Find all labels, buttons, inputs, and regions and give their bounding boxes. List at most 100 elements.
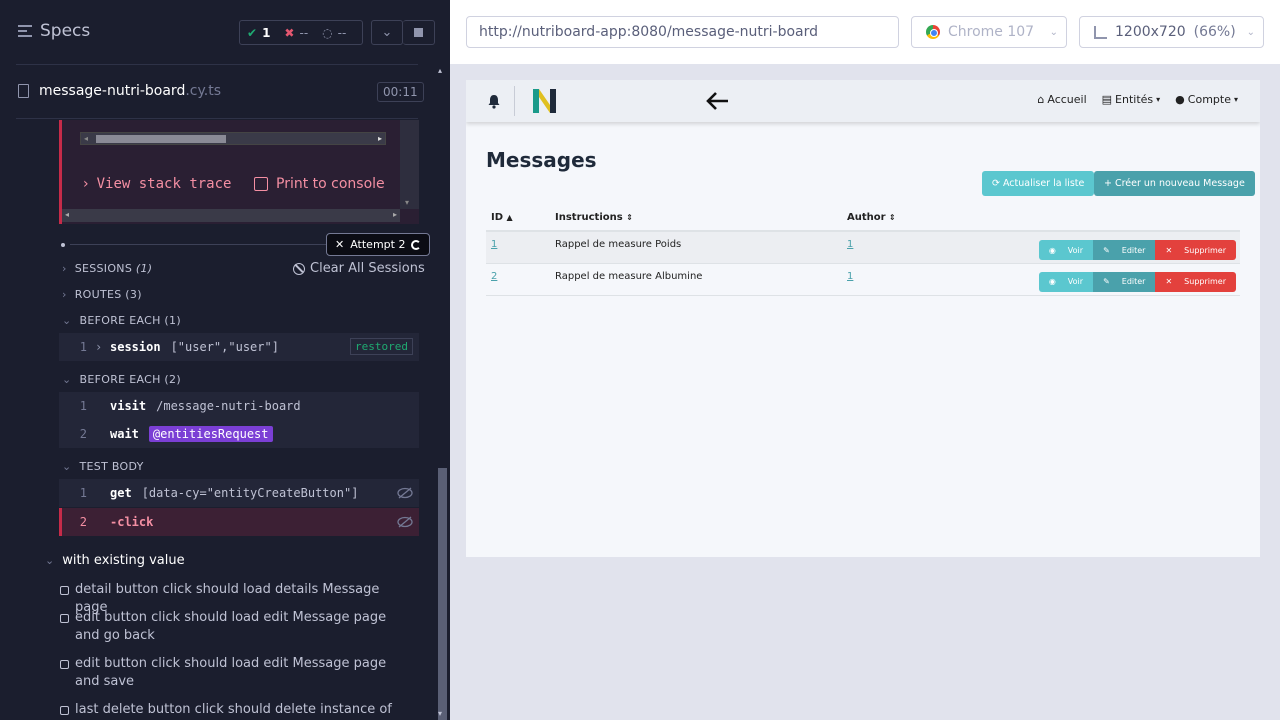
table-row: 2 Rappel de measure Albumine 1 ◉ Voir ✎ Ed… (486, 263, 1240, 296)
browser-selector[interactable]: Chrome 107 ⌄ (911, 16, 1067, 48)
table-icon: ▤ (1101, 93, 1113, 106)
test-item[interactable]: last delete button click should delete i… (60, 701, 410, 719)
test-item[interactable]: edit button click should load edit Messa… (60, 609, 410, 645)
logo-icon[interactable] (532, 88, 557, 114)
column-header-author[interactable]: Author ⇕ (842, 205, 925, 232)
home-icon: ⌂ (1037, 93, 1045, 106)
sessions-header[interactable]: › SESSIONS (1) (62, 262, 152, 275)
clear-sessions-button[interactable]: Clear All Sessions (293, 261, 425, 276)
code-scrollbar[interactable]: ◂ ▸ (80, 132, 386, 145)
before-each-header[interactable]: ⌄ BEFORE EACH (1) (62, 314, 181, 327)
column-header-id[interactable]: ID ▲ (486, 205, 550, 232)
error-scrollbar[interactable]: ◂ ▸ (62, 209, 400, 222)
eye-slash-icon[interactable] (397, 487, 413, 499)
scrollbar-thumb[interactable] (438, 468, 447, 720)
cypress-runner-panel: Specs ✔ 1 ✖ -- ◌ -- ⌄ message-nutri-board.c… (0, 0, 450, 720)
sort-icon: ⇕ (889, 213, 896, 222)
chevron-down-icon: ⌄ (62, 314, 72, 327)
passed-count: ✔ 1 (247, 25, 271, 40)
view-stack-trace[interactable]: › View stack trace (83, 176, 231, 192)
specs-title: Specs (40, 21, 91, 41)
nav-menu: ⌂ Accueil ▤ Entités ▾ ● Compte ▾ (1037, 93, 1238, 106)
url-input[interactable]: http://nutriboard-app:8080/message-nutri… (466, 16, 899, 48)
suite-header[interactable]: ⌄ with existing value (45, 553, 185, 568)
divider (514, 86, 515, 116)
dot (61, 243, 65, 247)
close-icon: ✕ (1165, 245, 1173, 255)
message-id-link[interactable]: 2 (491, 271, 497, 282)
nav-entities[interactable]: ▤ Entités ▾ (1102, 93, 1161, 106)
chevron-right-icon: › (62, 288, 67, 301)
before-each-header[interactable]: ⌄ BEFORE EACH (2) (62, 373, 181, 386)
pencil-icon: ✎ (1103, 245, 1110, 255)
divider (70, 244, 326, 245)
document-icon (18, 84, 29, 98)
column-header-instructions[interactable]: Instructions ⇕ (550, 205, 842, 232)
page-title: Messages (486, 148, 597, 172)
app-navbar: ⌂ Accueil ▤ Entités ▾ ● Compte ▾ (466, 80, 1260, 122)
message-id-link[interactable]: 1 (491, 239, 497, 250)
attempt-tag[interactable]: ✕ Attempt 2 (326, 233, 431, 256)
test-item[interactable]: edit button click should load edit Messa… (60, 655, 410, 691)
pending-test-icon (60, 706, 69, 715)
bell-icon[interactable] (487, 94, 501, 109)
divider (16, 64, 418, 65)
chevron-right-icon: › (62, 262, 67, 275)
arrow-left-icon[interactable] (706, 91, 730, 111)
viewport-info[interactable]: 1200x720 (66%) ⌄ (1079, 16, 1264, 48)
menu-icon (18, 25, 32, 37)
runner-header: Specs ✔ 1 ✖ -- ◌ -- ⌄ (0, 0, 450, 64)
view-button[interactable]: ◉ Voir (1038, 240, 1094, 260)
delete-button[interactable]: ✕ Supprimer (1155, 240, 1236, 260)
command-session[interactable]: 1 › session ["user","user"] restored (59, 333, 419, 361)
author-link[interactable]: 1 (847, 239, 853, 250)
command-click-failed[interactable]: 2 -click (59, 508, 419, 536)
author-link[interactable]: 1 (847, 271, 853, 282)
stop-icon (414, 28, 423, 37)
user-icon: ● (1175, 93, 1185, 106)
routes-header[interactable]: › ROUTES (3) (62, 288, 142, 301)
spec-file: message-nutri-board.cy.ts (18, 83, 221, 99)
caret-down-icon: ▾ (1156, 95, 1161, 104)
eye-icon: ◉ (1048, 277, 1056, 286)
error-vscroll[interactable]: ▾ (400, 120, 419, 209)
create-message-button[interactable]: + Créer un nouveau Message (1094, 171, 1255, 196)
chevron-down-icon: ⌄ (45, 554, 55, 567)
command-get[interactable]: 1 get [data-cy="entityCreateButton"] (59, 479, 419, 507)
test-body-header[interactable]: ⌄ TEST BODY (62, 460, 144, 473)
alias-badge: @entitiesRequest (148, 426, 273, 442)
chevron-down-icon: ⌄ (62, 373, 72, 386)
nav-home[interactable]: ⌂ Accueil (1037, 93, 1086, 106)
chevron-down-button[interactable]: ⌄ (371, 20, 403, 45)
runner-scrollbar[interactable]: ▴ ▾ (434, 64, 450, 720)
url-bar: http://nutriboard-app:8080/message-nutri… (450, 0, 1280, 64)
command-visit[interactable]: 1 visit /message-nutri-board (59, 392, 419, 420)
caret-down-icon: ▾ (1233, 95, 1238, 104)
plus-icon: + (1104, 178, 1112, 189)
chevron-down-icon: ⌄ (1049, 26, 1058, 38)
eye-slash-icon[interactable] (397, 516, 413, 528)
chevron-down-icon: ⌄ (62, 460, 72, 473)
chevron-right-icon: › (95, 340, 103, 354)
chrome-icon (926, 25, 940, 39)
row-actions: ◉ Voir ✎ Editer ✕ Supprimer (929, 271, 1240, 292)
app-frame: ⌂ Accueil ▤ Entités ▾ ● Compte ▾ Messages ⟳ Ac… (466, 80, 1260, 557)
specs-toggle[interactable]: Specs (18, 21, 90, 41)
delete-button[interactable]: ✕ Supprimer (1155, 271, 1236, 292)
stop-button[interactable] (403, 20, 435, 45)
refresh-list-button[interactable]: ⟳ Actualiser la liste (982, 171, 1095, 196)
command-wait[interactable]: 2 wait @entitiesRequest (59, 420, 419, 448)
aut-area: http://nutriboard-app:8080/message-nutri… (450, 0, 1280, 720)
eye-icon: ◉ (1048, 245, 1056, 255)
edit-button[interactable]: ✎ Editer (1093, 240, 1156, 260)
failed-count: ✖ -- (284, 25, 309, 40)
print-to-console-button[interactable]: Print to console (254, 176, 385, 192)
ruler-icon (1094, 25, 1107, 39)
edit-button[interactable]: ✎ Editer (1093, 271, 1156, 292)
ban-icon (293, 262, 305, 275)
view-button[interactable]: ◉ Voir (1038, 271, 1094, 292)
divider (16, 118, 418, 119)
pending-count: ◌ -- (322, 25, 347, 40)
error-panel: ◂ ▸ › View stack trace Print to console … (59, 120, 419, 224)
nav-account[interactable]: ● Compte ▾ (1175, 93, 1238, 106)
